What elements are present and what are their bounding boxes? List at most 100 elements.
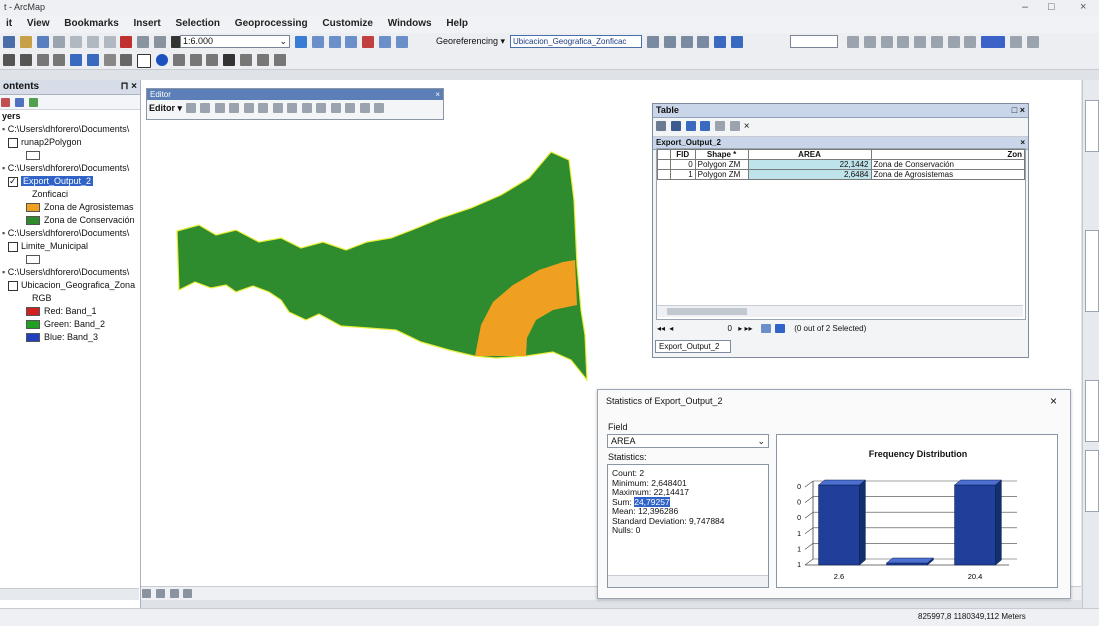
edit-tool-icon[interactable] <box>185 103 196 113</box>
tab-export-output-2[interactable]: Export_Output_2 <box>655 340 731 353</box>
record-position[interactable]: 0 <box>728 324 732 333</box>
toc-item-source-path[interactable]: ▪ C:\Users\dhforero\Documents\ <box>2 266 140 279</box>
menu-edit[interactable]: it <box>0 16 18 31</box>
pan-icon[interactable] <box>103 54 116 66</box>
search-window-icon[interactable] <box>345 36 358 48</box>
reshape-icon[interactable] <box>287 103 298 113</box>
layer-checkbox[interactable] <box>8 241 18 252</box>
edit-annotation-icon[interactable] <box>200 103 211 113</box>
row-selector[interactable] <box>657 159 671 170</box>
menu-customize[interactable]: Customize <box>316 16 379 31</box>
hyperlink-icon[interactable] <box>239 54 252 66</box>
edit-vertices-icon[interactable] <box>272 103 283 113</box>
toc-item-source-path[interactable]: ▪ C:\Users\dhforero\Documents\ <box>2 227 140 240</box>
related-tables-icon[interactable] <box>670 121 681 131</box>
adjustment-input[interactable] <box>790 35 838 48</box>
new-icon[interactable] <box>3 36 15 48</box>
sketch-properties-icon[interactable] <box>359 103 370 113</box>
list-by-source-icon[interactable] <box>14 98 24 107</box>
find-icon[interactable] <box>223 54 236 66</box>
search-tab[interactable] <box>1085 230 1099 312</box>
list-by-visibility-icon[interactable] <box>28 98 38 107</box>
toc-item-limite-municipal[interactable]: Limite_Municipal <box>2 240 140 253</box>
rotate-icon[interactable] <box>647 36 659 48</box>
toc-item-source-path[interactable]: ▪ C:\Users\dhforero\Documents\ <box>2 123 140 136</box>
menu-selection[interactable]: Selection <box>170 16 226 31</box>
table-row[interactable]: 1 Polygon ZM 2,6484 Zona de Agrosistemas <box>657 169 1025 180</box>
clear-selection-icon[interactable] <box>715 121 726 131</box>
delete-selected-icon[interactable]: × <box>744 121 750 132</box>
column-header-fid[interactable]: FID <box>669 149 696 160</box>
minimize-button[interactable]: – <box>1022 1 1028 13</box>
forward-icon[interactable] <box>86 54 99 66</box>
delete-icon[interactable] <box>120 36 133 48</box>
show-selected-records-icon[interactable] <box>774 324 785 333</box>
copy-icon[interactable] <box>86 36 99 48</box>
open-icon[interactable] <box>19 36 32 48</box>
switch-selection-icon[interactable] <box>700 121 711 131</box>
create-features-tab[interactable] <box>1085 380 1099 442</box>
rotate-icon[interactable] <box>330 103 341 113</box>
first-record-icon[interactable]: ◂◂ <box>657 324 665 333</box>
field-select[interactable]: AREA ⌄ <box>607 434 769 448</box>
toc-item-source-path[interactable]: ▪ C:\Users\dhforero\Documents\ <box>2 162 140 175</box>
statistics-textbox[interactable]: Count: 2 Minimum: 2,648401 Maximum: 22,1… <box>607 464 769 588</box>
tool-icon[interactable] <box>897 36 910 48</box>
html-popup-icon[interactable] <box>189 54 202 66</box>
python-icon[interactable] <box>378 36 391 48</box>
scrollbar-thumb[interactable] <box>667 308 747 315</box>
zoom-to-selected-icon[interactable] <box>729 121 740 131</box>
pause-icon[interactable] <box>183 589 193 598</box>
fixed-zoom-out-icon[interactable] <box>53 54 66 66</box>
add-control-points-icon[interactable] <box>697 36 710 48</box>
fixed-zoom-in-icon[interactable] <box>36 54 49 66</box>
point-icon[interactable] <box>258 103 269 113</box>
zoom-out-icon[interactable] <box>19 54 32 66</box>
modelbuilder-icon[interactable] <box>395 36 408 48</box>
layer-checkbox[interactable] <box>8 280 18 291</box>
show-all-records-icon[interactable] <box>760 324 771 333</box>
horizontal-scrollbar[interactable] <box>657 305 1023 317</box>
split-icon[interactable] <box>316 103 327 113</box>
measure-icon[interactable] <box>206 54 219 66</box>
viewer-icon[interactable] <box>730 36 743 48</box>
close-icon[interactable]: × <box>1050 394 1057 408</box>
full-extent-icon[interactable] <box>120 54 133 66</box>
pin-close-icon[interactable]: ⊓ × <box>121 80 137 94</box>
end-point-arc-icon[interactable] <box>229 103 240 113</box>
layers-group[interactable]: yers <box>2 110 140 123</box>
scale-combobox[interactable]: 1:6.000 ⌄ <box>180 35 290 48</box>
last-record-icon[interactable]: ▸▸ <box>744 324 752 333</box>
redo-icon[interactable] <box>154 36 167 48</box>
next-record-icon[interactable]: ▸ <box>738 324 742 333</box>
tool-icon[interactable] <box>1010 36 1023 48</box>
menu-bookmarks[interactable]: Bookmarks <box>58 16 124 31</box>
layer-checkbox[interactable] <box>8 175 18 188</box>
toc-item-export-output-2[interactable]: Export_Output_2 <box>2 175 140 188</box>
arctoolbox-tab[interactable] <box>1085 450 1099 512</box>
print-icon[interactable] <box>53 36 66 48</box>
tool-icon[interactable] <box>847 36 859 48</box>
layer-checkbox[interactable] <box>8 137 18 148</box>
tool-icon[interactable] <box>964 36 977 48</box>
tool-icon[interactable] <box>930 36 943 48</box>
select-elements-icon[interactable] <box>137 54 152 68</box>
data-view-icon[interactable] <box>142 589 151 598</box>
edit-icon[interactable] <box>172 54 185 66</box>
editor-menu[interactable]: Editor ▾ <box>149 103 182 113</box>
toc-item-runap2polygon[interactable]: runap2Polygon <box>2 136 140 149</box>
tool-icon[interactable] <box>863 36 876 48</box>
go-to-xy-icon[interactable] <box>273 54 286 66</box>
editor-toolbar-icon[interactable] <box>295 36 307 48</box>
prev-record-icon[interactable]: ◂ <box>669 324 673 333</box>
table-options-icon[interactable] <box>656 121 666 131</box>
close-icon[interactable]: □ × <box>1012 104 1025 117</box>
tool-icon[interactable] <box>880 36 893 48</box>
color-picker-icon[interactable] <box>981 36 1006 48</box>
menu-geoprocessing[interactable]: Geoprocessing <box>229 16 314 31</box>
column-header-shape[interactable]: Shape * <box>694 149 749 160</box>
menu-windows[interactable]: Windows <box>382 16 438 31</box>
toolbox-icon[interactable] <box>362 36 375 48</box>
menu-insert[interactable]: Insert <box>128 16 167 31</box>
zoom-in-icon[interactable] <box>3 54 15 66</box>
